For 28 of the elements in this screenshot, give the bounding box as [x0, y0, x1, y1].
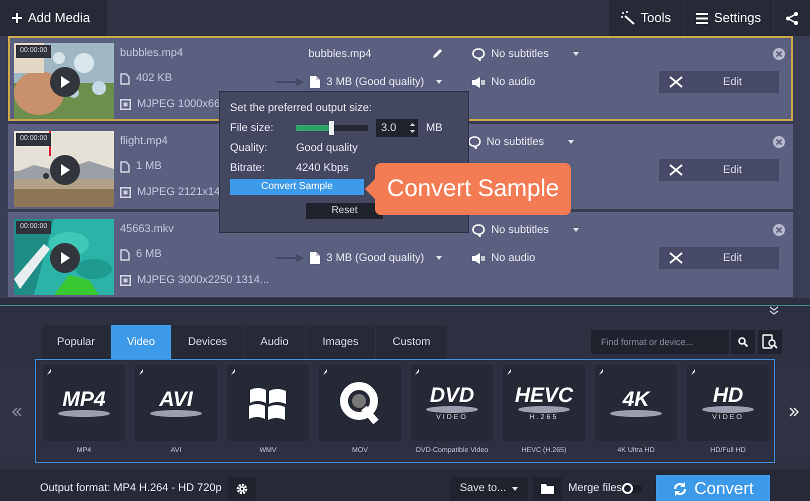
file-size: 1 MB: [136, 159, 162, 174]
output-file-name: bubbles.mp4: [308, 46, 372, 62]
video-info: MJPEG 2121x14: [137, 184, 220, 200]
format-logo: 4K: [622, 389, 650, 410]
video-info: MJPEG 1000x66: [137, 96, 220, 112]
format-logo: MP4: [62, 389, 106, 410]
audio-track: No audio: [491, 250, 536, 266]
output-format-label: Output format: MP4 H.264 - HD 720p: [40, 481, 222, 496]
format-logo: AVI: [159, 389, 193, 410]
field-label: Bitrate:: [230, 160, 266, 176]
field-label: Quality:: [230, 140, 268, 156]
format-logo: HEVC: [514, 385, 574, 406]
merge-files-label: Merge files: [568, 481, 622, 496]
popup-title: Set the preferred output size:: [230, 100, 373, 116]
file-name: bubbles.mp4: [120, 46, 183, 61]
file-size: 6 MB: [136, 247, 162, 262]
field-label: File size:: [230, 120, 274, 136]
format-logo: HD: [712, 385, 744, 406]
audio-track: No audio: [491, 74, 536, 90]
file-size: 402 KB: [136, 71, 172, 86]
file-name: 45663.mkv: [120, 222, 174, 237]
format-logo: DVD: [430, 385, 474, 406]
unit-label: MB: [426, 120, 442, 136]
callout-label: Convert Sample: [375, 163, 572, 215]
video-info: MJPEG 3000x2250 1314...: [137, 272, 270, 288]
file-name: flight.mp4: [120, 134, 168, 149]
field-value: 4240 Kbps: [296, 160, 349, 176]
field-value: Good quality: [296, 140, 358, 156]
